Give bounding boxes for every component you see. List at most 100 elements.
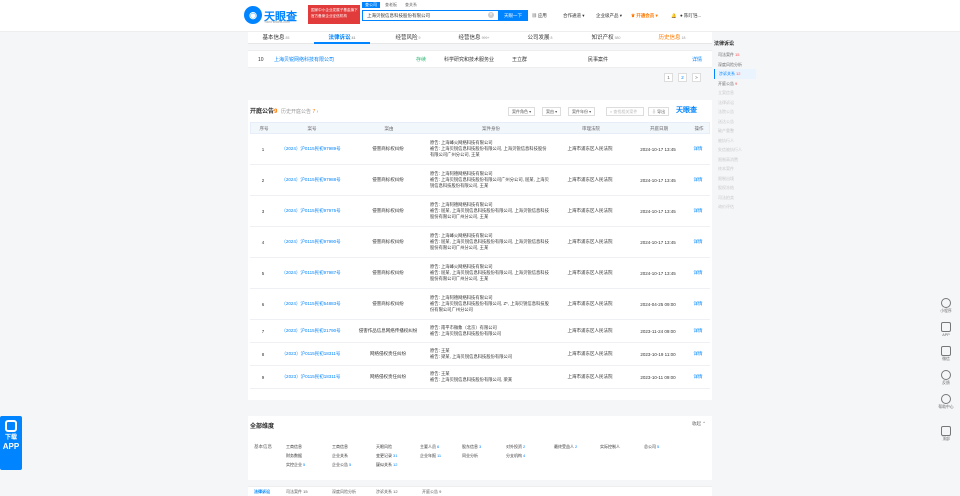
nav-apps[interactable]: ▦ 应用 bbox=[532, 13, 547, 19]
detail-link[interactable]: 详情 bbox=[686, 165, 710, 195]
tool-wechat[interactable]: 微信 bbox=[934, 346, 958, 362]
detail-link[interactable]: 详情 bbox=[686, 134, 710, 164]
case-number-link[interactable]: （2024）沪0115民初97990号 bbox=[276, 227, 346, 257]
collapse-button[interactable]: 收起 ⌃ bbox=[692, 421, 706, 427]
right-nav-item[interactable]: 终本案件 bbox=[714, 164, 756, 174]
right-nav-item[interactable]: 法律诉讼 bbox=[714, 98, 756, 108]
case-number-link[interactable]: （2023）沪0115民初18311号 bbox=[276, 343, 346, 365]
detail-link[interactable]: 详情 bbox=[686, 196, 710, 226]
detail-link[interactable]: 详情 bbox=[686, 289, 710, 319]
logo[interactable]: ◉ 天眼查 TianYancha.com bbox=[244, 6, 304, 26]
bottom-judicial[interactable]: 司法案件 15 bbox=[286, 489, 308, 495]
tab-business-info[interactable]: 经营信息999+ bbox=[446, 32, 502, 44]
defendant[interactable]: 被告: 上海贝锐信息科技股份有限公司, Z*, 上海贝锐信息科技股份有限公司广州… bbox=[430, 301, 550, 313]
detail-link[interactable]: 详情 bbox=[686, 320, 710, 342]
search-tab-boss[interactable]: 查老板 bbox=[382, 2, 400, 8]
right-nav-item[interactable]: 司法案件15 bbox=[714, 50, 756, 60]
nav-bell[interactable]: 🔔 bbox=[671, 13, 677, 19]
defendant[interactable]: 被告: 上海贝锐信息科技股份有限公司 bbox=[430, 331, 501, 337]
right-nav-item[interactable]: 司法拍卖 bbox=[714, 193, 756, 203]
detail-link[interactable]: 详情 bbox=[686, 227, 710, 257]
right-nav-item[interactable]: 股权冻结 bbox=[714, 183, 756, 193]
right-nav-item[interactable]: 限制出境 bbox=[714, 174, 756, 184]
tool-feedback[interactable]: 反馈 bbox=[934, 370, 958, 386]
case-number-link[interactable]: （2023）沪0115民初21790号 bbox=[276, 320, 346, 342]
case-search-input[interactable]: ⌕ 查找相关案件 bbox=[606, 107, 644, 116]
tool-help[interactable]: 帮助中心 bbox=[934, 394, 958, 410]
summary-item[interactable]: 疑似关系12 bbox=[376, 462, 397, 468]
right-nav-item[interactable]: 送达公告 bbox=[714, 117, 756, 127]
tab-development[interactable]: 公司发展8 bbox=[512, 32, 568, 44]
summary-item[interactable]: 分支机构4 bbox=[506, 453, 525, 459]
summary-item[interactable]: 实际控制人 bbox=[600, 444, 621, 450]
summary-item[interactable]: 总公司5 bbox=[644, 444, 659, 450]
clear-icon[interactable]: × bbox=[488, 12, 494, 18]
right-nav-item[interactable]: 涉诉关系12 bbox=[714, 69, 756, 79]
tool-mini-program[interactable]: 小程序 bbox=[934, 298, 958, 314]
bottom-legal[interactable]: 法律诉讼 bbox=[254, 489, 270, 495]
page-1[interactable]: 1 bbox=[664, 73, 673, 82]
defendant[interactable]: 被告: 屈某, 上海贝锐信息科技股份有限公司, 上海贝锐信息科技股份有限公司广州… bbox=[430, 239, 550, 251]
summary-item[interactable]: 股东信息3 bbox=[462, 444, 481, 450]
tab-ip[interactable]: 知识产权580 bbox=[578, 32, 634, 44]
search-tab-company[interactable]: 查公司 bbox=[362, 2, 380, 8]
detail-link[interactable]: 详情 bbox=[692, 51, 702, 69]
summary-item[interactable]: 同业分析 bbox=[462, 453, 479, 459]
company-link[interactable]: 上海贝锐网络科技有限公司 bbox=[274, 51, 334, 69]
summary-item[interactable]: 财务数据 bbox=[286, 453, 303, 459]
download-app-badge[interactable]: 下载 APP bbox=[0, 416, 22, 470]
right-nav-item[interactable]: 询价评估 bbox=[714, 202, 756, 212]
summary-item[interactable]: 实控企业5 bbox=[286, 462, 305, 468]
tool-app[interactable]: APP bbox=[934, 322, 958, 337]
defendant[interactable]: 被告: 上海贝锐信息科技股份有限公司, 梁某 bbox=[430, 377, 512, 383]
defendant[interactable]: 被告: 上海贝锐信息科技股份有限公司, 上海贝锐信息科技股份有限公司广州分公司,… bbox=[430, 146, 550, 158]
summary-item[interactable]: 工商信息 bbox=[332, 444, 349, 450]
defendant[interactable]: 被告: 梁某, 上海贝锐信息科技股份有限公司 bbox=[430, 354, 512, 360]
nav-vip[interactable]: ♛ 开通会员 ▾ bbox=[631, 13, 658, 19]
filter-year[interactable]: 案件年份 ▾ bbox=[568, 107, 596, 116]
summary-item[interactable]: 变更记录31 bbox=[376, 453, 397, 459]
case-number-link[interactable]: （2024）沪0115民初97987号 bbox=[276, 258, 346, 288]
right-nav-item[interactable]: 开庭公告9 bbox=[714, 79, 756, 89]
summary-item[interactable]: 天眼风险 bbox=[376, 444, 393, 450]
promo-banner[interactable]: 国家中小企业发展子基金旗下 官方备案企业征信机构 bbox=[308, 5, 360, 24]
user-menu[interactable]: ● 陈叮铛... bbox=[680, 13, 701, 19]
filter-role[interactable]: 案件角色 ▾ bbox=[508, 107, 536, 116]
defendant[interactable]: 被告: 屈某, 上海贝锐信息科技股份有限公司, 上海贝锐信息科技股份有限公司广州… bbox=[430, 208, 550, 220]
tab-history[interactable]: 历史信息18 bbox=[644, 32, 700, 44]
nav-cooperation[interactable]: 合作通道 ▾ bbox=[563, 13, 585, 19]
bottom-risk[interactable]: 深度风险分析 bbox=[332, 489, 356, 495]
detail-link[interactable]: 详情 bbox=[686, 343, 710, 365]
export-button[interactable]: ⇩ 导出 bbox=[648, 107, 670, 116]
page-2[interactable]: 2 bbox=[678, 73, 687, 82]
defendant[interactable]: 被告: 上海贝锐信息科技股份有限公司广州分公司, 屈某, 上海贝锐信息科技股份有… bbox=[430, 177, 550, 189]
right-nav-item[interactable]: 法院公告 bbox=[714, 107, 756, 117]
right-nav-item[interactable]: 深度风险分析 bbox=[714, 60, 756, 70]
tab-basic-info[interactable]: 基本信息85 bbox=[248, 32, 304, 44]
search-tab-relation[interactable]: 查关系 bbox=[402, 2, 420, 8]
history-link[interactable]: 历史开庭公告 7 › bbox=[281, 109, 318, 115]
right-nav-item[interactable]: 被执行人 bbox=[714, 136, 756, 146]
summary-item[interactable]: 企业公告5 bbox=[332, 462, 351, 468]
search-input[interactable]: 上海贝锐信息科技股份有限公司 × bbox=[362, 10, 498, 21]
right-nav-item[interactable]: 立案信息 bbox=[714, 88, 756, 98]
bottom-relation[interactable]: 涉诉关系 12 bbox=[376, 489, 398, 495]
search-button[interactable]: 天眼一下 bbox=[498, 10, 528, 21]
filter-cause[interactable]: 案由 ▾ bbox=[542, 107, 562, 116]
bottom-hearing[interactable]: 开庭公告 9 bbox=[422, 489, 441, 495]
right-nav-item[interactable]: 破产重整 bbox=[714, 126, 756, 136]
summary-item[interactable]: 工商信息 bbox=[286, 444, 303, 450]
tool-top[interactable]: 顶部 bbox=[934, 426, 958, 442]
case-number-link[interactable]: （2024）沪0115民初54883号 bbox=[276, 289, 346, 319]
page-next[interactable]: > bbox=[692, 73, 701, 82]
detail-link[interactable]: 详情 bbox=[686, 258, 710, 288]
summary-item[interactable]: 企业关系 bbox=[332, 453, 349, 459]
summary-item[interactable]: 企业年报11 bbox=[420, 453, 441, 459]
case-number-link[interactable]: （2023）沪0115民初18311号 bbox=[276, 366, 346, 388]
summary-item[interactable]: 主要人员6 bbox=[420, 444, 439, 450]
detail-link[interactable]: 详情 bbox=[686, 366, 710, 388]
case-number-link[interactable]: （2024）沪0115民初97975号 bbox=[276, 196, 346, 226]
summary-item[interactable]: 对外投资2 bbox=[506, 444, 525, 450]
case-number-link[interactable]: （2024）沪0115民初97989号 bbox=[276, 134, 346, 164]
nav-enterprise[interactable]: 企业级产品 ▾ bbox=[596, 13, 622, 19]
